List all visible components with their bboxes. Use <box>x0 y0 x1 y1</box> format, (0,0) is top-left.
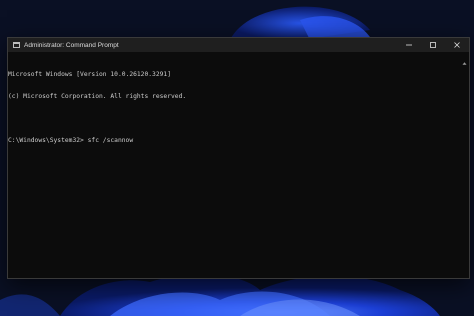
close-icon <box>454 42 460 48</box>
scroll-up-icon <box>462 61 467 65</box>
console-line: (c) Microsoft Corporation. All rights re… <box>8 93 187 101</box>
scrollbar-up-button[interactable] <box>462 57 467 69</box>
maximize-button[interactable] <box>423 38 443 52</box>
window-title: Administrator: Command Prompt <box>24 41 119 49</box>
console-output[interactable]: Microsoft Windows [Version 10.0.26120.32… <box>8 52 469 278</box>
command-line[interactable]: C:\Windows\System32> sfc /scannow <box>8 137 469 144</box>
minimize-button[interactable] <box>399 38 419 52</box>
command-prompt-window[interactable]: Administrator: Command Prompt Microsoft … <box>7 37 470 279</box>
terminal-icon <box>13 42 20 48</box>
maximize-icon <box>430 42 436 48</box>
close-button[interactable] <box>447 38 467 52</box>
console-line: Microsoft Windows [Version 10.0.26120.32… <box>8 70 172 78</box>
minimize-icon <box>406 44 412 46</box>
title-bar[interactable]: Administrator: Command Prompt <box>8 38 469 52</box>
